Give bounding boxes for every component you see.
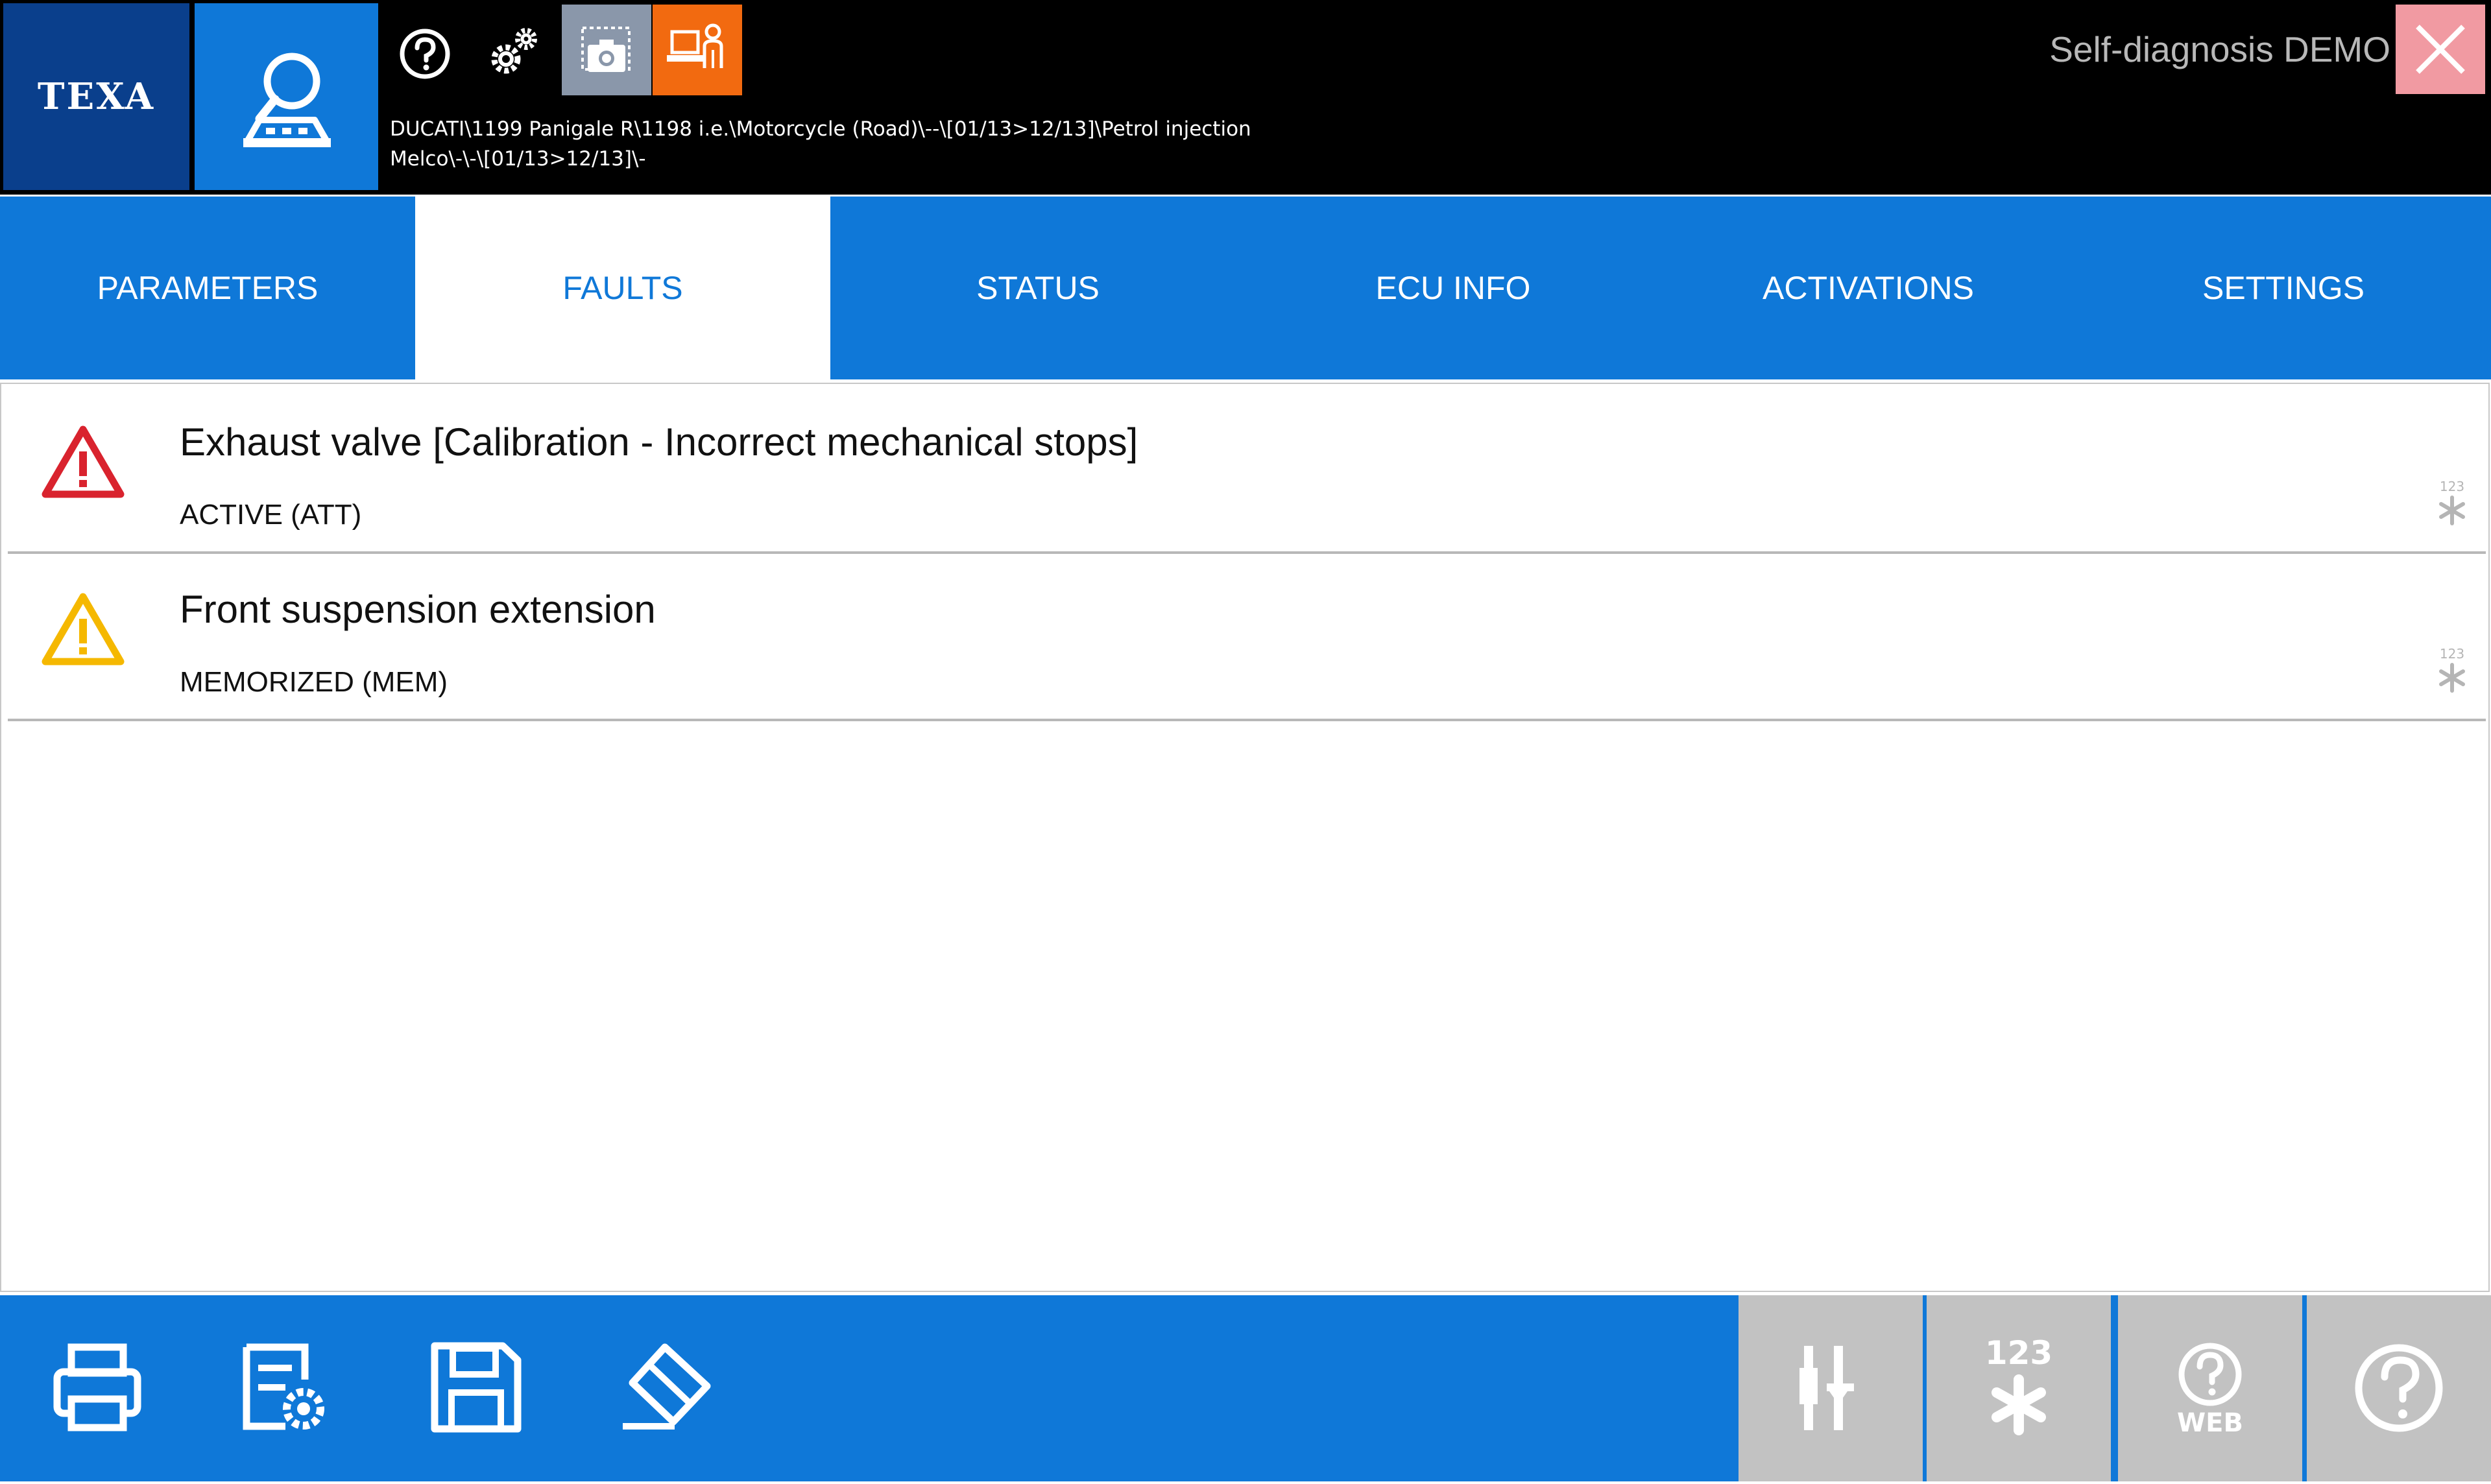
save-icon — [431, 1342, 522, 1433]
tab-ecu-info[interactable]: ECU INFO — [1246, 197, 1661, 379]
self-diagnosis-button[interactable] — [195, 3, 378, 190]
close-button[interactable] — [2396, 5, 2485, 94]
help-icon — [2355, 1344, 2443, 1432]
close-icon — [2416, 25, 2465, 74]
erase-button[interactable] — [603, 1295, 720, 1481]
report-settings-button[interactable] — [227, 1295, 344, 1481]
print-icon — [53, 1343, 141, 1431]
tab-activations[interactable]: ACTIVATIONS — [1661, 197, 2076, 379]
remote-support-icon — [667, 23, 723, 68]
tab-parameters[interactable]: PARAMETERS — [0, 197, 415, 379]
fault-title: Front suspension extension — [180, 588, 656, 631]
bottom-toolbar: 123 WEB — [0, 1295, 2491, 1481]
tab-faults[interactable]: FAULTS — [415, 197, 830, 379]
save-button[interactable] — [415, 1295, 532, 1481]
fault-row-exhaust-valve[interactable]: Exhaust valve [Calibration - Incorrect m… — [8, 384, 2486, 554]
fault-row-front-suspension[interactable]: Front suspension extension MEMORIZED (ME… — [8, 551, 2486, 721]
fault-title: Exhaust valve [Calibration - Incorrect m… — [180, 420, 1138, 464]
window-title: Self-diagnosis DEMO — [2049, 29, 2390, 69]
web-help-icon: WEB — [2177, 1343, 2243, 1438]
code-badge-text: 123 — [2440, 479, 2464, 494]
warning-memorized-icon — [42, 593, 125, 665]
fault-codes-button[interactable]: 123 — [1927, 1295, 2111, 1481]
gears-icon[interactable] — [485, 23, 544, 82]
fault-code-icon[interactable]: 123 — [2433, 645, 2472, 697]
tab-bar: PARAMETERS FAULTS STATUS ECU INFO ACTIVA… — [0, 197, 2491, 379]
help-icon[interactable] — [397, 26, 453, 82]
remote-support-button[interactable] — [653, 5, 742, 95]
fault-list: Exhaust valve [Calibration - Incorrect m… — [0, 383, 2490, 1292]
erase-icon — [623, 1343, 711, 1430]
magnifier-vehicle-icon — [243, 53, 331, 147]
tab-settings[interactable]: SETTINGS — [2076, 197, 2491, 379]
vehicle-path-line-2: Melco\-\-\[01/13>12/13]\- — [390, 147, 646, 171]
fault-status: MEMORIZED (MEM) — [180, 666, 448, 698]
filter-button[interactable] — [1739, 1295, 1923, 1481]
texa-logo: TEXA — [3, 3, 189, 190]
code-badge-text: 123 — [2440, 646, 2464, 662]
fault-code-icon[interactable]: 123 — [2433, 478, 2472, 530]
print-button[interactable] — [39, 1295, 156, 1481]
warning-active-icon — [42, 425, 125, 498]
vehicle-path-line-1: DUCATI\1199 Panigale R\1198 i.e.\Motorcy… — [390, 117, 1251, 141]
top-bar: TEXA DUCATI\1199 Panigale R\1198 i.e.\Mo… — [0, 0, 2491, 195]
fault-status: ACTIVE (ATT) — [180, 499, 362, 531]
help-button[interactable] — [2307, 1295, 2491, 1481]
fault-codes-icon: 123 — [1985, 1334, 2052, 1435]
fault-codes-label: 123 — [1985, 1334, 2052, 1372]
web-help-button[interactable]: WEB — [2118, 1295, 2302, 1481]
logo-text: TEXA — [37, 75, 156, 118]
screen-capture-button[interactable] — [562, 5, 651, 95]
report-settings-icon — [243, 1343, 324, 1430]
screen-capture-icon — [581, 27, 631, 72]
web-label: WEB — [2177, 1408, 2243, 1438]
tab-status[interactable]: STATUS — [830, 197, 1246, 379]
filter-icon — [1799, 1346, 1854, 1430]
